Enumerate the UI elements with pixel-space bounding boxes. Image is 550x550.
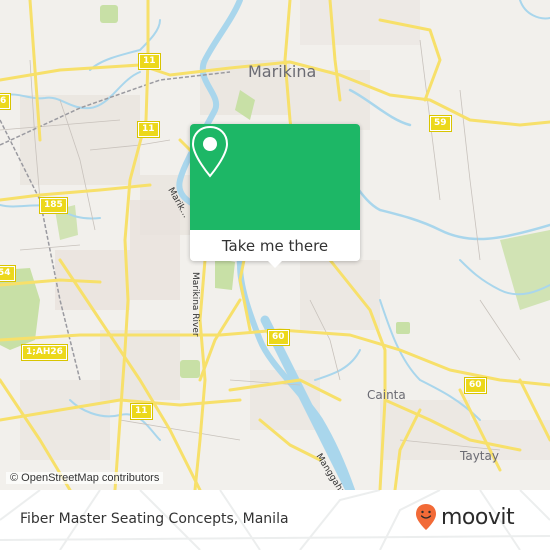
take-me-there-button[interactable]: Take me there xyxy=(190,230,360,261)
place-label-taytay: Taytay xyxy=(460,449,499,463)
road-shield-11: 11 xyxy=(137,121,160,138)
place-title: Fiber Master Seating Concepts, Manila xyxy=(20,511,289,527)
road-shield-54: 54 xyxy=(0,265,16,282)
location-popup: Take me there xyxy=(190,124,360,268)
moovit-wordmark: moovit xyxy=(441,504,515,530)
moovit-face-icon xyxy=(416,504,436,530)
road-shield-185: 185 xyxy=(39,197,68,214)
map-attribution[interactable]: © OpenStreetMap contributors xyxy=(6,472,164,484)
road-shield-59: 59 xyxy=(429,115,452,132)
map-view[interactable]: Marikina Cainta Taytay Marik... Marikina… xyxy=(0,0,550,490)
road-shield-1-ah26: 1;AH26 xyxy=(21,344,68,361)
footer: Fiber Master Seating Concepts, Manila mo… xyxy=(0,490,550,550)
popup-tail xyxy=(267,260,283,268)
place-label-marikina: Marikina xyxy=(248,62,317,81)
place-label-cainta: Cainta xyxy=(367,388,406,402)
road-shield-60: 60 xyxy=(267,329,290,346)
road-shield-6: 6 xyxy=(0,93,12,110)
road-shield-60: 60 xyxy=(464,377,487,394)
take-me-there-label: Take me there xyxy=(221,236,329,255)
map-pin-icon xyxy=(191,125,229,178)
road-shield-11: 11 xyxy=(138,53,161,70)
road-shield-11: 11 xyxy=(130,403,153,420)
moovit-logo[interactable]: moovit xyxy=(415,503,515,531)
popup-header xyxy=(190,124,360,230)
river-label-marikina: Marikina River xyxy=(190,272,200,337)
